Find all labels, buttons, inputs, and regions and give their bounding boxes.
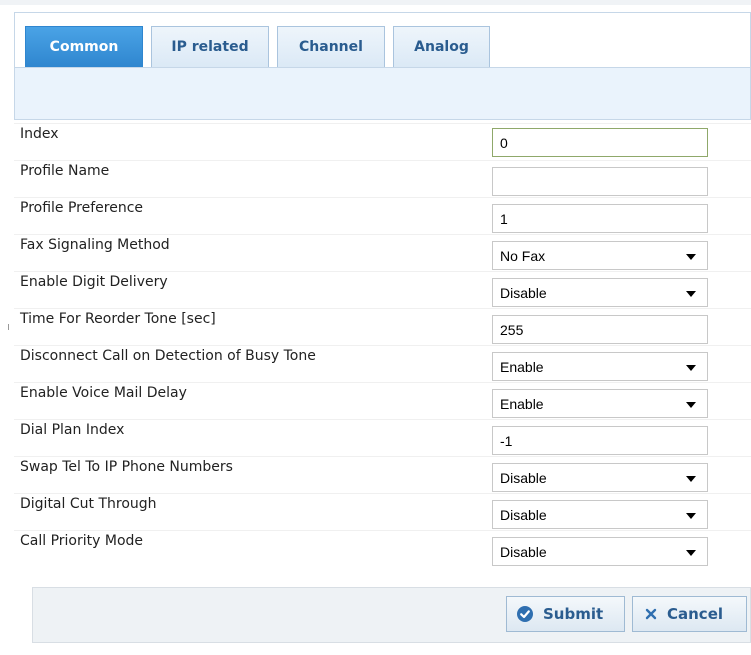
check-circle-icon (517, 606, 533, 622)
voice-mail-delay-select[interactable]: Enable (492, 389, 708, 418)
form-row-reorder-tone: Time For Reorder Tone [sec] 255 (14, 308, 751, 345)
chevron-down-icon (686, 402, 696, 408)
form-table: Index 0 Profile Name Profile Preference … (14, 123, 751, 567)
form-row-enable-digit-delivery: Enable Digit Delivery Disable (14, 271, 751, 308)
submit-label: Submit (543, 605, 604, 623)
fax-signaling-method-label: Fax Signaling Method (20, 237, 170, 253)
disconnect-busy-tone-value: Enable (500, 359, 544, 375)
chevron-down-icon (686, 365, 696, 371)
chevron-down-icon (686, 550, 696, 556)
fax-signaling-method-select[interactable]: No Fax (492, 241, 708, 270)
reorder-tone-label: Time For Reorder Tone [sec] (20, 311, 216, 327)
digital-cut-through-select[interactable]: Disable (492, 500, 708, 529)
fax-signaling-method-value: No Fax (500, 248, 546, 264)
dial-plan-index-label: Dial Plan Index (20, 422, 125, 438)
form-row-fax-signaling-method: Fax Signaling Method No Fax (14, 234, 751, 271)
submit-button[interactable]: Submit (506, 596, 625, 632)
index-input[interactable]: 0 (492, 128, 708, 157)
profile-name-input[interactable] (492, 167, 708, 196)
tab-bar: Common IP related Channel Analog (15, 13, 750, 68)
swap-tel-to-ip-label: Swap Tel To IP Phone Numbers (20, 459, 233, 475)
form-row-voice-mail-delay: Enable Voice Mail Delay Enable (14, 382, 751, 419)
disconnect-busy-tone-label: Disconnect Call on Detection of Busy Ton… (20, 348, 316, 364)
form-row-disconnect-busy-tone: Disconnect Call on Detection of Busy Ton… (14, 345, 751, 382)
tab-ip-related[interactable]: IP related (151, 26, 269, 67)
form-row-digital-cut-through: Digital Cut Through Disable (14, 493, 751, 530)
top-strip (0, 0, 751, 5)
chevron-down-icon (686, 254, 696, 260)
enable-digit-delivery-value: Disable (500, 285, 547, 301)
call-priority-mode-label: Call Priority Mode (20, 533, 144, 549)
profile-preference-input[interactable]: 1 (492, 204, 708, 233)
call-priority-mode-value: Disable (500, 544, 547, 560)
form-row-profile-name: Profile Name (14, 160, 751, 197)
cancel-label: Cancel (667, 605, 724, 623)
tab-channel[interactable]: Channel (277, 26, 385, 67)
voice-mail-delay-label: Enable Voice Mail Delay (20, 385, 187, 401)
chevron-down-icon (686, 513, 696, 519)
tab-analog[interactable]: Analog (393, 26, 490, 67)
tab-common[interactable]: Common (25, 26, 143, 67)
index-label: Index (20, 126, 59, 142)
reorder-tone-input[interactable]: 255 (492, 315, 708, 344)
profile-name-label: Profile Name (20, 163, 110, 179)
dial-plan-index-input[interactable]: -1 (492, 426, 708, 455)
form-row-profile-preference: Profile Preference 1 (14, 197, 751, 234)
form-row-swap-tel-to-ip: Swap Tel To IP Phone Numbers Disable (14, 456, 751, 493)
chevron-down-icon (686, 476, 696, 482)
form-row-call-priority-mode: Call Priority Mode Disable (14, 530, 751, 567)
tab-panel: Common IP related Channel Analog (14, 12, 751, 120)
chevron-down-icon (686, 291, 696, 297)
swap-tel-to-ip-select[interactable]: Disable (492, 463, 708, 492)
divider-mark (8, 324, 9, 330)
swap-tel-to-ip-value: Disable (500, 470, 547, 486)
cancel-button[interactable]: Cancel (632, 596, 747, 632)
enable-digit-delivery-label: Enable Digit Delivery (20, 274, 168, 290)
form-row-index: Index 0 (14, 123, 751, 160)
disconnect-busy-tone-select[interactable]: Enable (492, 352, 708, 381)
enable-digit-delivery-select[interactable]: Disable (492, 278, 708, 307)
profile-preference-label: Profile Preference (20, 200, 144, 216)
digital-cut-through-label: Digital Cut Through (20, 496, 157, 512)
voice-mail-delay-value: Enable (500, 396, 544, 412)
form-row-dial-plan-index: Dial Plan Index -1 (14, 419, 751, 456)
call-priority-mode-select[interactable]: Disable (492, 537, 708, 566)
x-icon (645, 608, 657, 620)
digital-cut-through-value: Disable (500, 507, 547, 523)
